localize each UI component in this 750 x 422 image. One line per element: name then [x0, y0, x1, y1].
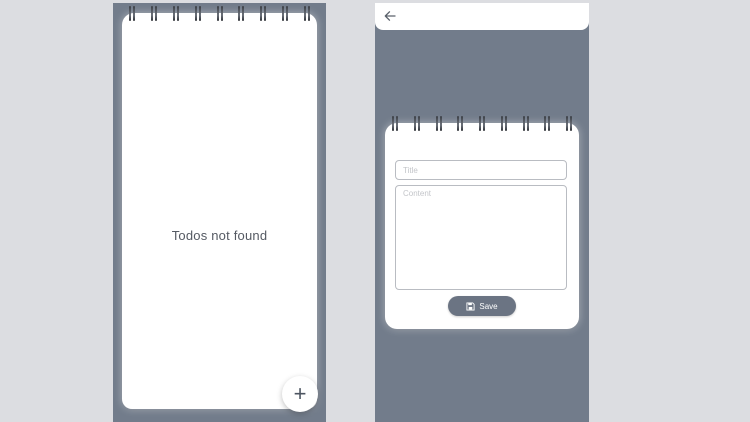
title-input[interactable]	[395, 160, 567, 180]
back-button[interactable]	[383, 9, 397, 23]
spiral-ring	[500, 116, 507, 131]
create-todo-screen: Save	[375, 3, 589, 422]
spiral-ring	[392, 116, 398, 131]
notepad-form-card: Save	[385, 116, 579, 329]
spiral-ring	[260, 6, 267, 21]
todo-list-screen: Todos not found +	[113, 3, 326, 422]
plus-icon: +	[293, 381, 307, 406]
notepad-card: Todos not found	[122, 6, 317, 409]
add-todo-button[interactable]: +	[282, 376, 318, 412]
spiral-ring	[216, 6, 223, 21]
app-bar	[375, 3, 589, 30]
spiral-ring	[544, 116, 551, 131]
spiral-ring	[304, 6, 310, 21]
floppy-disk-icon	[466, 301, 475, 311]
spiral-ring	[150, 6, 157, 21]
spiral-ring	[566, 116, 572, 131]
spiral-binding	[385, 116, 579, 134]
spiral-ring	[435, 116, 442, 131]
spiral-binding	[122, 6, 317, 24]
content-textarea[interactable]	[395, 185, 567, 290]
spiral-ring	[194, 6, 201, 21]
spiral-ring	[172, 6, 179, 21]
save-button[interactable]: Save	[448, 296, 516, 316]
spiral-ring	[457, 116, 464, 131]
empty-state-message: Todos not found	[171, 228, 268, 243]
spiral-ring	[522, 116, 529, 131]
save-button-label: Save	[479, 301, 498, 311]
arrow-left-icon	[384, 11, 396, 21]
spiral-ring	[282, 6, 289, 21]
spiral-ring	[129, 6, 135, 21]
spiral-ring	[413, 116, 420, 131]
spiral-ring	[238, 6, 245, 21]
spiral-ring	[479, 116, 485, 131]
